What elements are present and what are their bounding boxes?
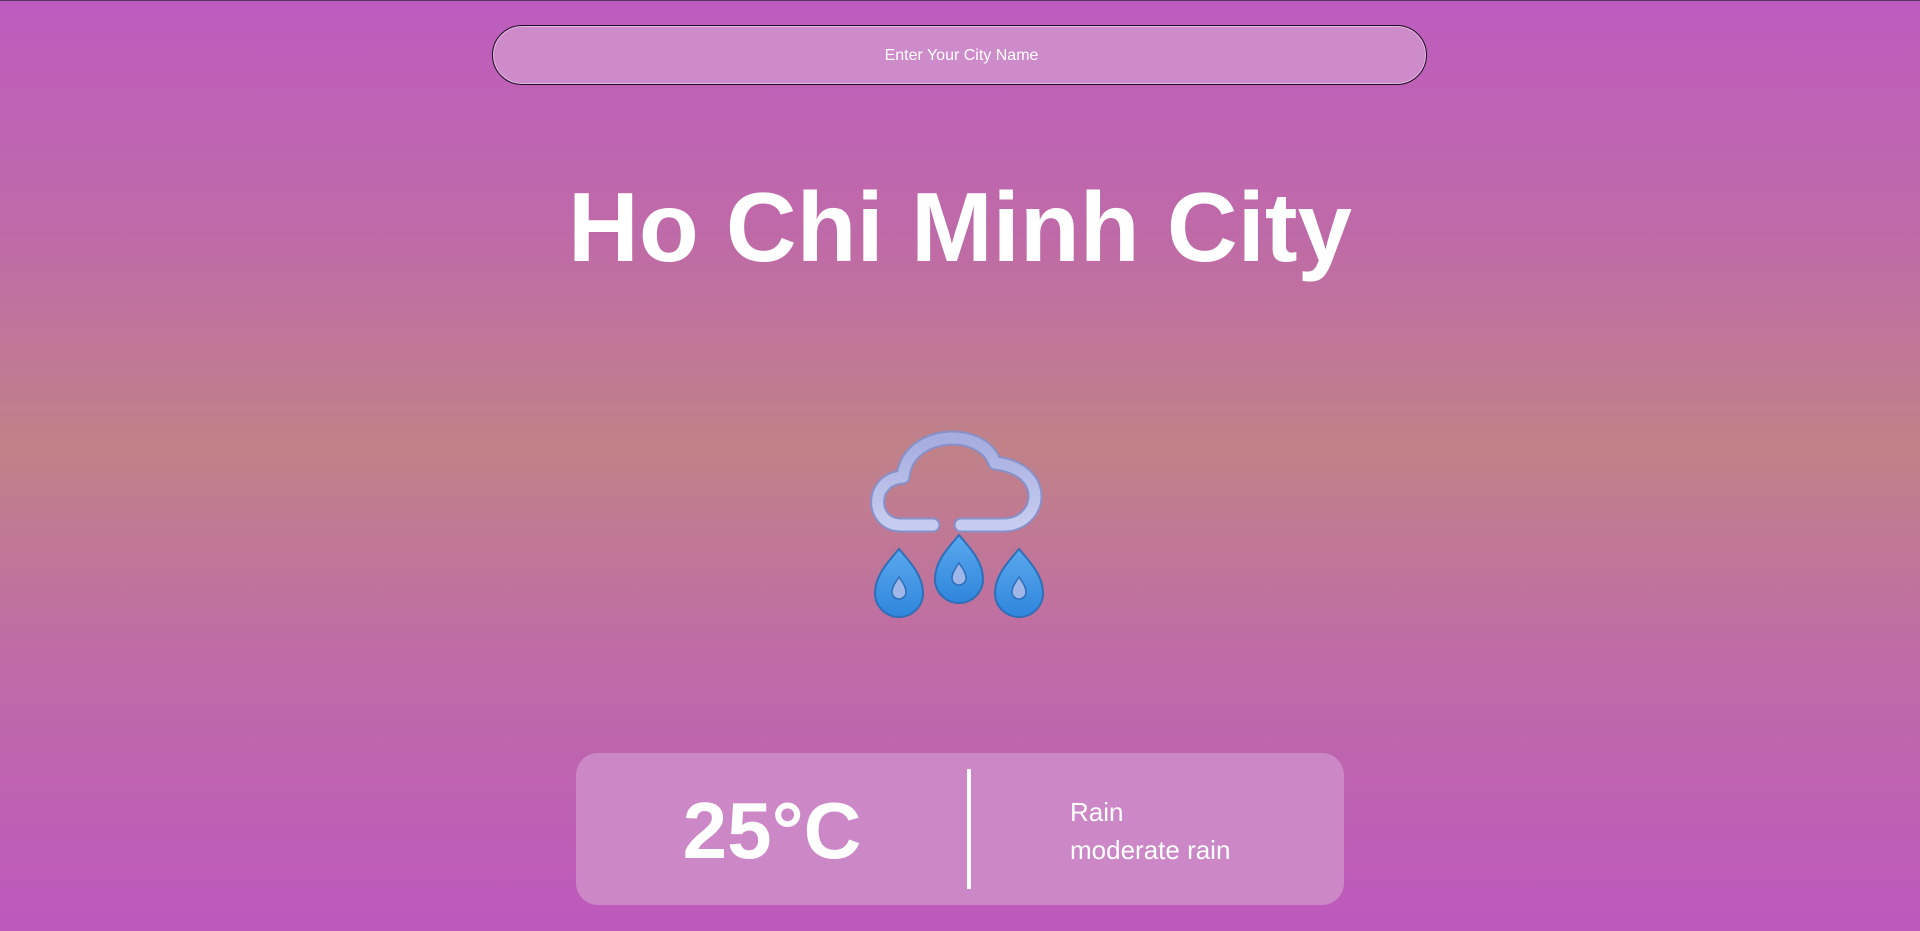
city-name: Ho Chi Minh City: [568, 172, 1352, 282]
rain-cloud-icon: [870, 430, 1045, 618]
temperature-value: 25°C: [682, 786, 862, 875]
weather-condition: Rain moderate rain: [1070, 793, 1230, 869]
divider: [967, 769, 971, 889]
cloud-fill: [872, 432, 1041, 531]
city-search-input[interactable]: [493, 26, 1430, 86]
rain-drop-left: [873, 547, 925, 618]
city-search-bar[interactable]: [492, 25, 1430, 86]
weather-description: moderate rain: [1070, 835, 1231, 865]
rain-drop-center: [933, 533, 985, 604]
weather-main: Rain: [1070, 797, 1124, 827]
rain-drop-right: [993, 547, 1045, 618]
weather-info-card: 25°C Rain moderate rain: [576, 753, 1344, 905]
